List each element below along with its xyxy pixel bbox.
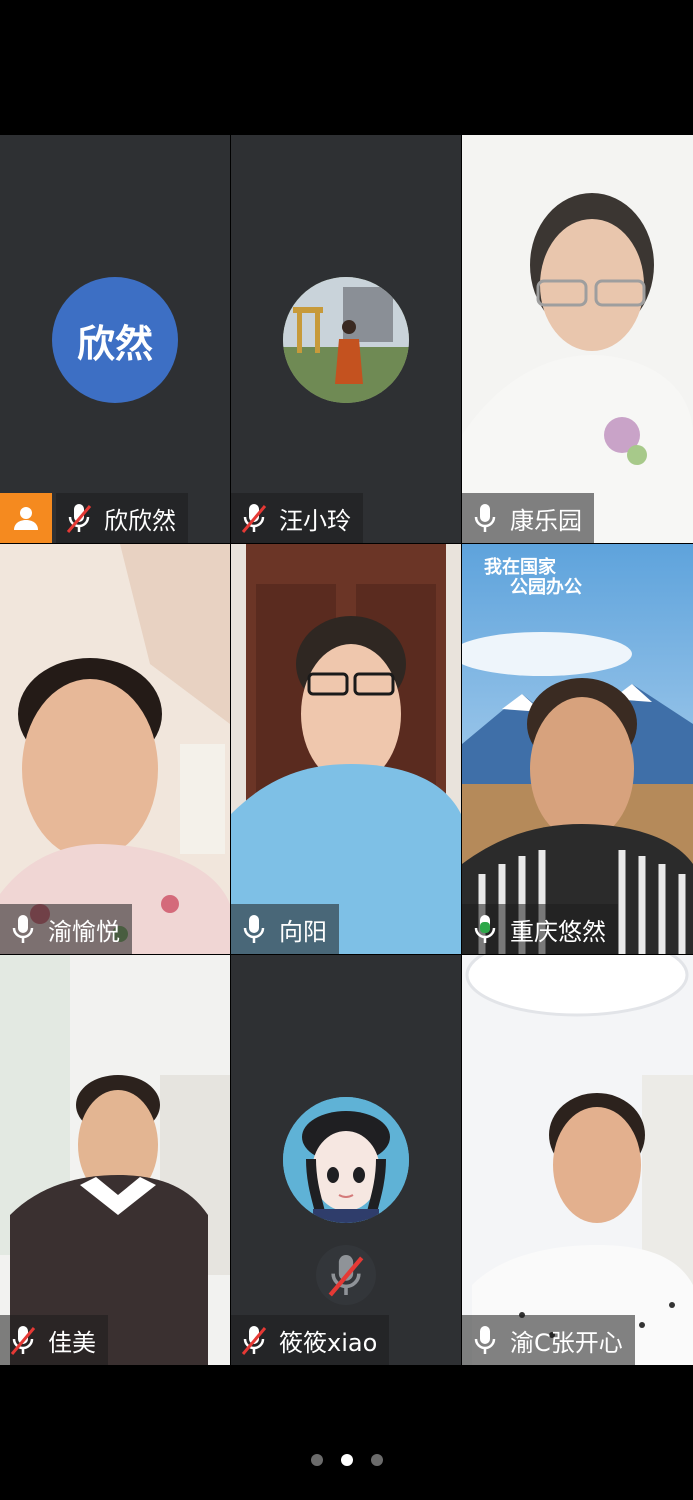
participant-tile-8[interactable]: 筱筱xiao [231, 955, 461, 1365]
mic-icon [8, 912, 38, 946]
participant-grid: 欣然 欣欣然 汪小玲 康乐园 渝愉悦 向阳 我在国家 公园办公 重庆悠然 佳美 … [0, 135, 693, 1365]
participant-tile-4[interactable]: 渝愉悦 [0, 544, 230, 954]
background-caption: 我在国家 公园办公 [484, 558, 582, 598]
participant-tile-5[interactable]: 向阳 [231, 544, 461, 954]
page-dot-3[interactable] [370, 1454, 383, 1466]
background-caption-line-1: 我在国家 [484, 557, 556, 578]
mic-icon [470, 1323, 500, 1357]
participant-name: 佳美 [48, 1328, 96, 1357]
host-icon [0, 493, 52, 543]
participant-label: 佳美 [0, 1315, 108, 1365]
avatar-initials: 欣然 [76, 321, 153, 366]
participant-label: 筱筱xiao [231, 1315, 390, 1365]
mic-muted-icon [316, 1245, 376, 1305]
participant-name: 汪小玲 [279, 506, 351, 535]
mic-muted-icon [239, 501, 269, 535]
participant-name: 重庆悠然 [510, 917, 606, 946]
participant-name: 筱筱xiao [279, 1328, 378, 1357]
participant-label: 渝愉悦 [0, 904, 132, 954]
participant-name: 康乐园 [510, 506, 582, 535]
participant-tile-6[interactable]: 我在国家 公园办公 重庆悠然 [462, 544, 693, 954]
mic-muted-icon [64, 501, 94, 535]
participant-label: 汪小玲 [231, 493, 363, 543]
video-feed [0, 544, 230, 954]
avatar [283, 277, 409, 403]
video-feed [462, 955, 693, 1365]
participant-name: 向阳 [279, 917, 327, 946]
participant-tile-7[interactable]: 佳美 [0, 955, 230, 1365]
mic-icon [239, 912, 269, 946]
video-feed [231, 544, 461, 954]
video-feed: 我在国家 公园办公 [462, 544, 693, 954]
participant-label: 渝C张开心 [462, 1315, 635, 1365]
mic-speaking-icon [470, 912, 500, 946]
participant-tile-2[interactable]: 汪小玲 [231, 135, 461, 543]
mic-muted-icon [239, 1323, 269, 1357]
background-caption-line-2: 公园办公 [510, 577, 582, 598]
mic-muted-icon [8, 1323, 38, 1357]
avatar: 欣然 [52, 277, 178, 403]
participant-label: 康乐园 [462, 493, 594, 543]
video-feed [462, 135, 693, 543]
participant-tile-1[interactable]: 欣然 欣欣然 [0, 135, 230, 543]
participant-tile-3[interactable]: 康乐园 [462, 135, 693, 543]
participant-label: 欣欣然 [0, 493, 188, 543]
video-feed [0, 955, 230, 1365]
participant-name: 渝C张开心 [510, 1328, 623, 1357]
mic-icon [470, 501, 500, 535]
avatar [283, 1097, 409, 1223]
participant-label: 重庆悠然 [462, 904, 618, 954]
participant-name: 渝愉悦 [48, 917, 120, 946]
participant-name: 欣欣然 [104, 506, 176, 535]
page-dot-1[interactable] [310, 1454, 323, 1466]
participant-label: 向阳 [231, 904, 339, 954]
participant-tile-9[interactable]: 渝C张开心 [462, 955, 693, 1365]
page-dot-2[interactable] [340, 1454, 353, 1466]
page-indicator[interactable] [0, 1452, 693, 1468]
